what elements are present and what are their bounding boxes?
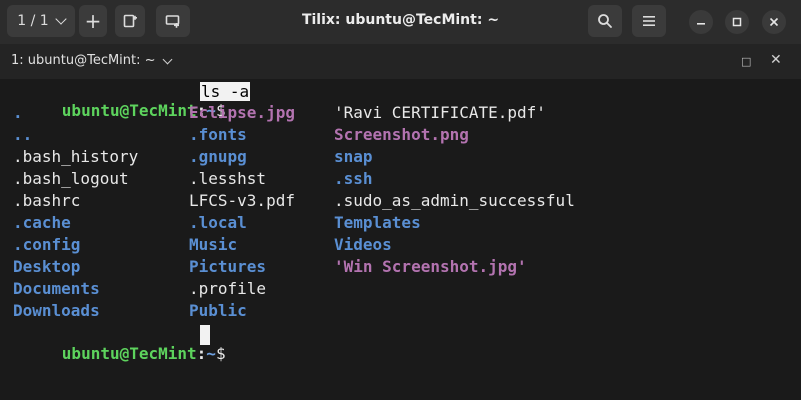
- prompt-colon: :: [196, 344, 207, 363]
- session-switcher-button[interactable]: 1 / 1: [7, 5, 75, 37]
- listing-entry: Eclipse.jpg: [189, 103, 295, 122]
- prompt-line: ubuntu@TecMint:~$: [0, 324, 801, 363]
- listing-entry: .: [13, 103, 23, 122]
- text-cursor: [200, 325, 210, 345]
- listing-entry: snap: [334, 147, 373, 166]
- listing-entry: .profile: [189, 279, 267, 298]
- search-icon: [598, 14, 612, 28]
- listing-entry: Documents: [13, 279, 100, 298]
- listing-entry: .bashrc: [13, 191, 81, 210]
- command-text: ls -a: [200, 82, 251, 101]
- split-down-button[interactable]: [156, 5, 190, 37]
- hamburger-menu-icon: [643, 16, 655, 26]
- listing-entry: .fonts: [189, 125, 247, 144]
- chevron-down-icon: [55, 13, 67, 25]
- session-indicator: 1 / 1: [17, 13, 49, 29]
- search-button[interactable]: [588, 5, 622, 37]
- listing-entry: .sudo_as_admin_successful: [334, 191, 575, 210]
- session-tab-bar: 1: ubuntu@TecMint: ~ □ ✕: [0, 44, 801, 79]
- listing-entry: Pictures: [189, 257, 267, 276]
- listing-entry: Videos: [334, 235, 392, 254]
- add-session-button[interactable]: +: [79, 5, 107, 37]
- listing-entry: .gnupg: [189, 147, 247, 166]
- tab-terminal-label[interactable]: 1: ubuntu@TecMint: ~: [11, 53, 156, 68]
- split-right-icon: [123, 14, 137, 28]
- close-button[interactable]: [762, 10, 786, 34]
- split-right-button[interactable]: [115, 5, 145, 37]
- minimize-button[interactable]: [689, 10, 713, 34]
- prompt-path: ~: [206, 344, 216, 363]
- terminal-close-icon[interactable]: ✕: [770, 52, 782, 68]
- maximize-button[interactable]: [725, 10, 749, 34]
- listing-entry: .cache: [13, 213, 71, 232]
- minimize-icon: [697, 23, 705, 25]
- listing-entry: 'Win Screenshot.jpg': [334, 257, 527, 276]
- title-bar: 1 / 1 + Tilix: ubuntu@TecMint: ~: [0, 0, 801, 44]
- listing-entry: Music: [189, 235, 238, 254]
- close-icon: [769, 17, 779, 27]
- listing-entry: 'Ravi CERTIFICATE.pdf': [334, 103, 546, 122]
- maximize-icon: [732, 17, 742, 27]
- prompt-user: ubuntu@TecMint: [61, 344, 197, 363]
- listing-entry: .local: [189, 213, 247, 232]
- listing-entry: Screenshot.png: [334, 125, 469, 144]
- listing-entry: .config: [13, 235, 81, 254]
- listing-entry: Desktop: [13, 257, 81, 276]
- listing-entry: Public: [189, 301, 247, 320]
- split-down-icon: [165, 15, 180, 28]
- chevron-down-icon[interactable]: [162, 54, 173, 65]
- terminal-output[interactable]: ubuntu@TecMint:~$ ls -a ... .bash_history…: [0, 79, 801, 363]
- listing-entry: .bash_history: [13, 147, 139, 166]
- listing-entry: .lesshst: [189, 169, 267, 188]
- prompt-line: ubuntu@TecMint:~$ ls -a: [0, 81, 801, 120]
- listing-entry: ..: [13, 125, 33, 144]
- listing-entry: .ssh: [334, 169, 373, 188]
- plus-icon: +: [84, 9, 102, 33]
- prompt-user: ubuntu@TecMint: [61, 101, 197, 120]
- listing-entry: LFCS-v3.pdf: [189, 191, 295, 210]
- listing-entry: Downloads: [13, 301, 100, 320]
- listing-entry: Templates: [334, 213, 421, 232]
- listing-entry: .bash_logout: [13, 169, 129, 188]
- prompt-dollar: $: [215, 344, 226, 363]
- terminal-maximize-icon[interactable]: □: [741, 55, 751, 68]
- menu-button[interactable]: [632, 5, 666, 37]
